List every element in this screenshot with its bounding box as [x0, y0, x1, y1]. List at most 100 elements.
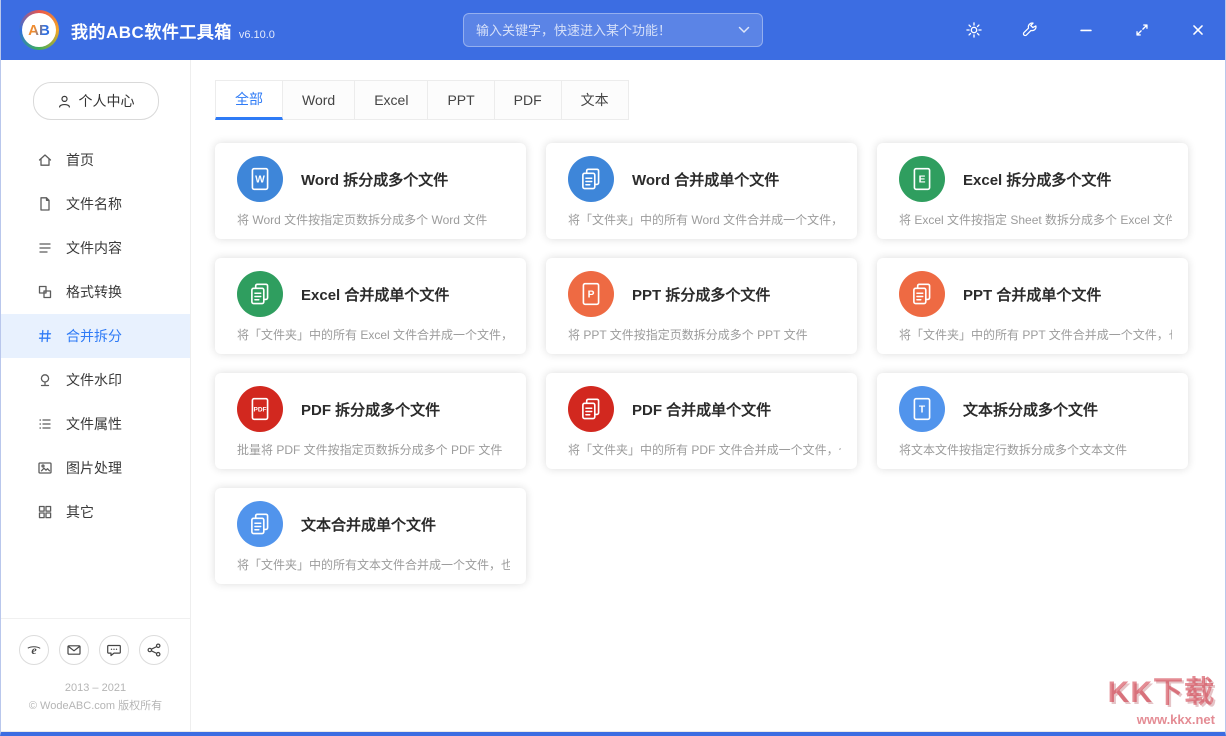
card-excel-merge[interactable]: Excel 合并成单个文件将「文件夹」中的所有 Excel 文件合并成一个文件，… — [215, 258, 526, 354]
card-description: 将「文件夹」中的所有文本文件合并成一个文件，也 — [237, 556, 510, 573]
card-title: Word 合并成单个文件 — [632, 169, 779, 190]
chevron-down-icon[interactable] — [738, 26, 750, 34]
category-tabs: 全部 Word Excel PPT PDF 文本 — [215, 80, 1209, 120]
card-title: Excel 拆分成多个文件 — [963, 169, 1111, 190]
app-title: 我的ABC软件工具箱 — [71, 18, 232, 43]
card-title: 文本拆分成多个文件 — [963, 399, 1098, 420]
tab-pdf[interactable]: PDF — [494, 80, 562, 120]
tab-label: PDF — [514, 92, 542, 108]
card-description: 将「文件夹」中的所有 PPT 文件合并成一个文件，也 — [899, 326, 1172, 343]
mail-button[interactable] — [59, 635, 89, 665]
sidebar-item-label: 合并拆分 — [66, 326, 122, 346]
card-ppt-merge[interactable]: PPT 合并成单个文件将「文件夹」中的所有 PPT 文件合并成一个文件，也 — [877, 258, 1188, 354]
gear-icon — [965, 21, 983, 39]
feature-cards: W Word 拆分成多个文件将 Word 文件按指定页数拆分成多个 Word 文件… — [215, 143, 1209, 584]
browser-icon: e — [26, 642, 42, 658]
close-icon — [1189, 21, 1207, 39]
card-head: Excel 合并成单个文件 — [237, 271, 510, 317]
tab-label: Excel — [374, 92, 408, 108]
card-head: PDF 合并成单个文件 — [568, 386, 841, 432]
word-merge-icon — [568, 156, 614, 202]
card-ppt-split[interactable]: PPPT 拆分成多个文件将 PPT 文件按指定页数拆分成多个 PPT 文件 — [546, 258, 857, 354]
card-head: E Excel 拆分成多个文件 — [899, 156, 1172, 202]
sidebar-item-file-content[interactable]: 文件内容 — [1, 226, 190, 270]
card-description: 将 Word 文件按指定页数拆分成多个 Word 文件 — [237, 211, 510, 228]
convert-icon — [37, 284, 53, 300]
card-word-merge[interactable]: Word 合并成单个文件将「文件夹」中的所有 Word 文件合并成一个文件，也 — [546, 143, 857, 239]
ppt-split-icon: P — [568, 271, 614, 317]
tab-label: PPT — [447, 92, 474, 108]
excel-split-icon: E — [899, 156, 945, 202]
profile-button[interactable]: 个人中心 — [33, 82, 159, 120]
tab-ppt[interactable]: PPT — [427, 80, 494, 120]
footer-years: 2013 – 2021 — [1, 679, 190, 697]
sidebar-item-label: 文件内容 — [66, 238, 122, 258]
card-text-split[interactable]: T文本拆分成多个文件将文本文件按指定行数拆分成多个文本文件 — [877, 373, 1188, 469]
sidebar-item-label: 格式转换 — [66, 282, 122, 302]
share-icon — [146, 642, 162, 658]
card-head: 文本合并成单个文件 — [237, 501, 510, 547]
person-icon — [57, 94, 72, 109]
ppt-merge-icon — [899, 271, 945, 317]
card-word-split[interactable]: W Word 拆分成多个文件将 Word 文件按指定页数拆分成多个 Word 文件 — [215, 143, 526, 239]
svg-text:PDF: PDF — [254, 406, 267, 413]
card-title: Excel 合并成单个文件 — [301, 284, 449, 305]
card-head: W Word 拆分成多个文件 — [237, 156, 510, 202]
sidebar-item-image-process[interactable]: 图片处理 — [1, 446, 190, 490]
card-pdf-split[interactable]: PDFPDF 拆分成多个文件批量将 PDF 文件按指定页数拆分成多个 PDF 文… — [215, 373, 526, 469]
app-title-wrap: 我的ABC软件工具箱 v6.10.0 — [71, 18, 275, 43]
card-title: Word 拆分成多个文件 — [301, 169, 448, 190]
app-logo-text: AB — [28, 22, 50, 39]
sidebar-item-other[interactable]: 其它 — [1, 490, 190, 534]
close-button[interactable] — [1189, 21, 1207, 39]
tab-word[interactable]: Word — [282, 80, 355, 120]
settings-button[interactable] — [965, 21, 983, 39]
tab-text[interactable]: 文本 — [561, 80, 629, 120]
titlebar: AB 我的ABC软件工具箱 v6.10.0 — [1, 0, 1225, 60]
tools-button[interactable] — [1021, 21, 1039, 39]
svg-text:T: T — [919, 405, 926, 416]
card-text-merge[interactable]: 文本合并成单个文件将「文件夹」中的所有文本文件合并成一个文件，也 — [215, 488, 526, 584]
card-title: PDF 拆分成多个文件 — [301, 399, 440, 420]
svg-text:W: W — [255, 175, 265, 186]
search-input[interactable] — [476, 23, 730, 38]
footer-copyright: © WodeABC.com 版权所有 — [1, 697, 190, 715]
chat-icon — [106, 642, 122, 658]
tab-excel[interactable]: Excel — [354, 80, 428, 120]
hash-icon — [37, 328, 53, 344]
image-icon — [37, 460, 53, 476]
sidebar-item-format-convert[interactable]: 格式转换 — [1, 270, 190, 314]
sidebar-item-merge-split[interactable]: 合并拆分 — [1, 314, 190, 358]
app-window: AB 我的ABC软件工具箱 v6.10.0 个人中心 首页文件名称文件内容格式转… — [0, 0, 1226, 736]
sidebar-item-label: 图片处理 — [66, 458, 122, 478]
tab-all[interactable]: 全部 — [215, 80, 283, 120]
tab-label: Word — [302, 92, 335, 108]
browser-button[interactable]: e — [19, 635, 49, 665]
sidebar-item-file-properties[interactable]: 文件属性 — [1, 402, 190, 446]
svg-text:P: P — [588, 290, 595, 301]
sidebar-item-file-name[interactable]: 文件名称 — [1, 182, 190, 226]
word-split-icon: W — [237, 156, 283, 202]
grid-icon — [37, 504, 53, 520]
card-head: PDF PDF 拆分成多个文件 — [237, 386, 510, 432]
excel-merge-icon — [237, 271, 283, 317]
list-icon — [37, 416, 53, 432]
global-search — [463, 13, 763, 47]
window-controls — [927, 21, 1207, 39]
share-button[interactable] — [139, 635, 169, 665]
card-head: T 文本拆分成多个文件 — [899, 386, 1172, 432]
sidebar: 个人中心 首页文件名称文件内容格式转换合并拆分文件水印文件属性图片处理其它 e … — [1, 60, 191, 731]
minimize-button[interactable] — [1077, 21, 1095, 39]
card-pdf-merge[interactable]: PDF 合并成单个文件将「文件夹」中的所有 PDF 文件合并成一个文件，也 — [546, 373, 857, 469]
resize-button[interactable] — [1133, 21, 1151, 39]
sidebar-item-home[interactable]: 首页 — [1, 138, 190, 182]
sidebar-item-label: 文件属性 — [66, 414, 122, 434]
sidebar-item-file-watermark[interactable]: 文件水印 — [1, 358, 190, 402]
tab-label: 全部 — [235, 91, 263, 107]
main-content: 全部 Word Excel PPT PDF 文本 W Word 拆分成多个文件将 Word … — [191, 60, 1225, 731]
card-head: PPPT 拆分成多个文件 — [568, 271, 841, 317]
card-excel-split[interactable]: EExcel 拆分成多个文件将 Excel 文件按指定 Sheet 数拆分成多个… — [877, 143, 1188, 239]
chat-button[interactable] — [99, 635, 129, 665]
card-head: PPT 合并成单个文件 — [899, 271, 1172, 317]
mail-icon — [66, 642, 82, 658]
